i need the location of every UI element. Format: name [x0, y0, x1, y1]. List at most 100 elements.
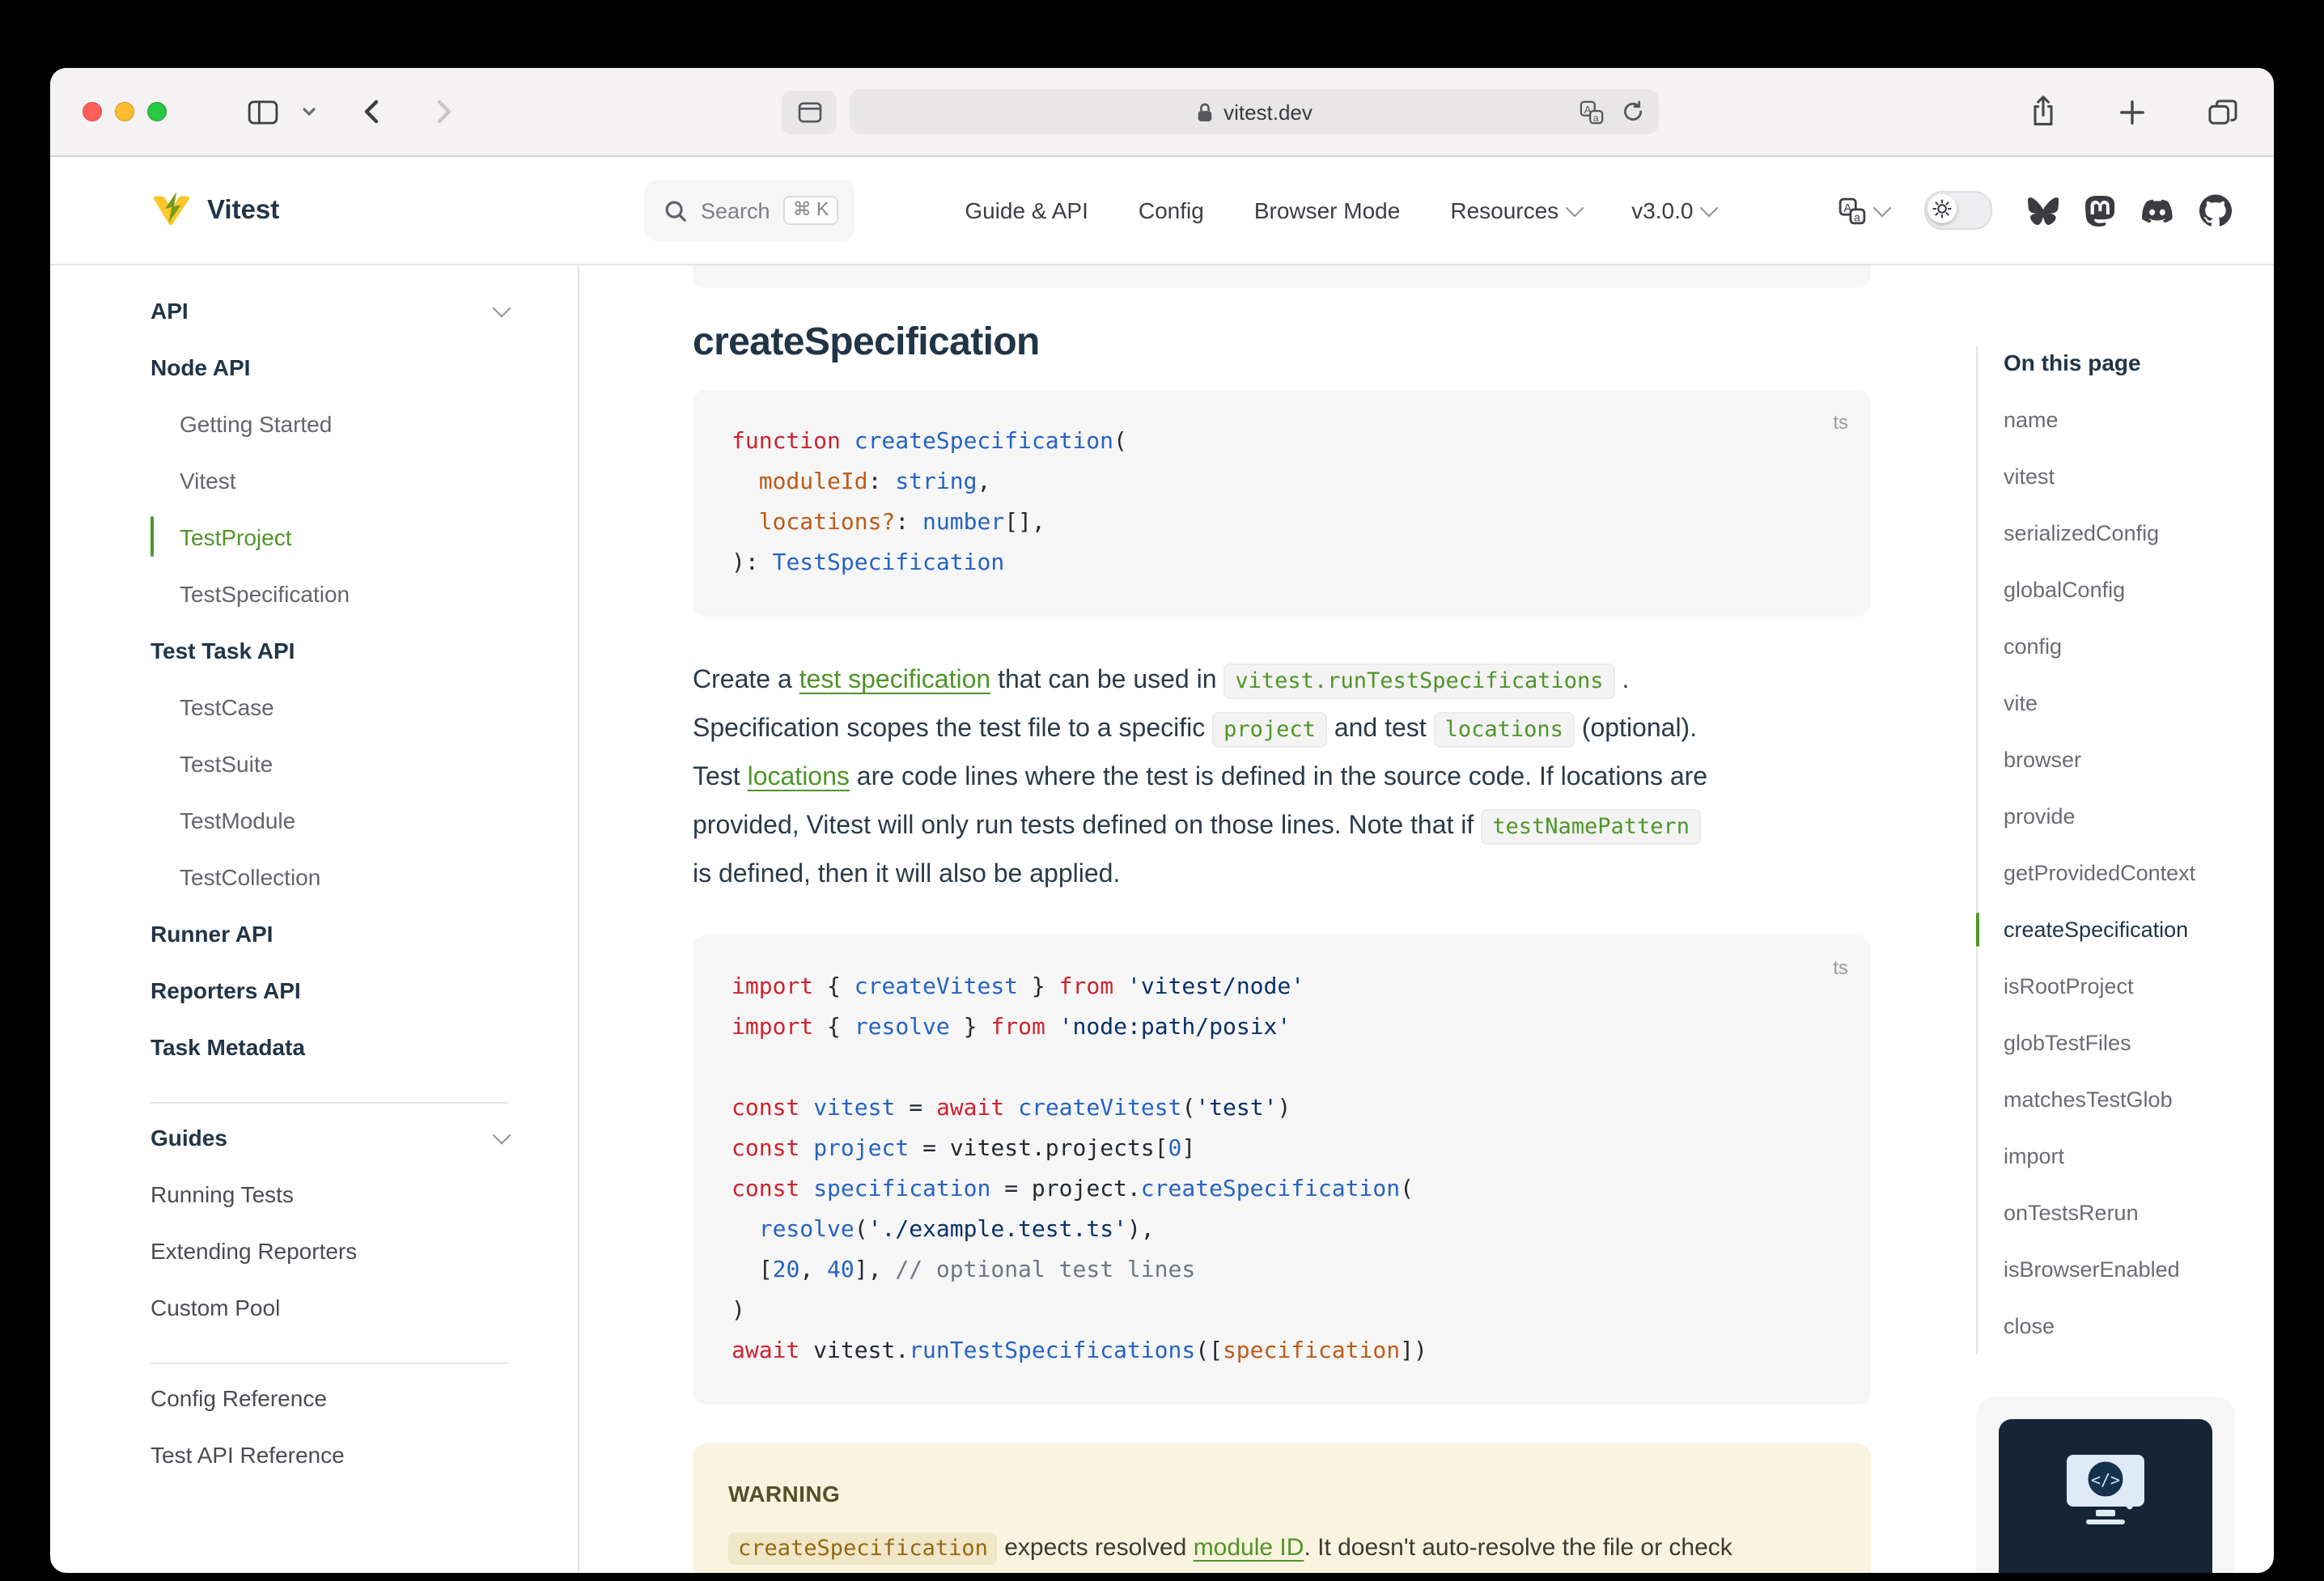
inline-code: createSpecification: [728, 1532, 998, 1565]
outline-item-globtestfiles[interactable]: globTestFiles: [2004, 1015, 2235, 1071]
address-bar[interactable]: vitest.dev Aa: [850, 89, 1659, 134]
inline-code[interactable]: testNamePattern: [1481, 809, 1701, 845]
search-label: Search: [701, 198, 770, 223]
sidebar-item-node-api[interactable]: Node API: [151, 338, 508, 395]
back-button[interactable]: [356, 95, 388, 128]
sidebar-item-label: Guides: [151, 1124, 227, 1150]
nav-link-v3-0-0[interactable]: v3.0.0: [1631, 197, 1715, 223]
sidebar-item-running-tests[interactable]: Running Tests: [151, 1165, 508, 1222]
doc-link[interactable]: module ID: [1194, 1534, 1304, 1562]
sidebar-item-testsuite[interactable]: TestSuite: [151, 735, 508, 791]
translate-button[interactable]: Aa: [1580, 100, 1604, 124]
sidebar-item-testcollection[interactable]: TestCollection: [151, 848, 508, 905]
doc-link[interactable]: locations: [748, 764, 850, 791]
sidebar-chevron-icon[interactable]: [301, 104, 317, 120]
sidebar-item-api[interactable]: API: [151, 282, 508, 338]
text: .: [1615, 667, 1630, 694]
theme-toggle[interactable]: [1924, 191, 1992, 230]
sidebar-item-guides[interactable]: Guides: [151, 1108, 508, 1165]
outline-item-import[interactable]: import: [2004, 1128, 2235, 1185]
sidebar-divider: [151, 1102, 508, 1104]
sidebar-item-getting-started[interactable]: Getting Started: [151, 395, 508, 451]
sidebar-item-reporters-api[interactable]: Reporters API: [151, 961, 508, 1018]
search-button[interactable]: Search ⌘ K: [644, 180, 855, 241]
code-block-example[interactable]: ts import { createVitest } from 'vitest/…: [693, 935, 1871, 1405]
sidebar-item-testspecification[interactable]: TestSpecification: [151, 565, 508, 621]
sidebar-item-extending-reporters[interactable]: Extending Reporters: [151, 1222, 508, 1278]
sidebar-item-runner-api[interactable]: Runner API: [151, 905, 508, 961]
sidebar-item-testcase[interactable]: TestCase: [151, 678, 508, 735]
sidebar-item-config-reference[interactable]: Config Reference: [151, 1369, 508, 1426]
mastodon-icon: [2084, 195, 2115, 226]
reload-button[interactable]: [1622, 100, 1644, 123]
sidebar-item-testmodule[interactable]: TestModule: [151, 791, 508, 848]
minimize-button[interactable]: [115, 102, 134, 121]
sidebar-item-label: TestCase: [180, 693, 274, 719]
outline-item-vite[interactable]: vite: [2004, 675, 2235, 731]
nav-link-config[interactable]: Config: [1139, 197, 1204, 223]
sidebar-item-label: Test Task API: [151, 637, 295, 663]
sidebar-item-task-metadata[interactable]: Task Metadata: [151, 1018, 508, 1074]
outline-item-browser[interactable]: browser: [2004, 731, 2235, 788]
mastodon-button[interactable]: [2084, 195, 2115, 226]
nav-link-browser-mode[interactable]: Browser Mode: [1254, 197, 1401, 223]
nav-link-label: Resources: [1450, 197, 1559, 223]
site-logo[interactable]: Vitest: [50, 157, 579, 264]
tabs-overview-button[interactable]: [2207, 98, 2238, 125]
zoom-button[interactable]: [147, 102, 167, 121]
text: is defined, then it will also be applied…: [693, 861, 1120, 888]
nav-link-resources[interactable]: Resources: [1450, 197, 1581, 223]
sidebar-item-vitest[interactable]: Vitest: [151, 451, 508, 508]
outline-item-matchestestglob[interactable]: matchesTestGlob: [2004, 1071, 2235, 1128]
outline-item-getprovidedcontext[interactable]: getProvidedContext: [2004, 845, 2235, 901]
doc-paragraph: Create a test specification that can be …: [693, 657, 1871, 900]
outline-item-ontestsrerun[interactable]: onTestsRerun: [2004, 1185, 2235, 1241]
share-button[interactable]: [2029, 95, 2057, 128]
code-content: function createSpecification( moduleId: …: [732, 422, 1832, 584]
chevron-down-icon: [493, 299, 511, 317]
page-settings-button[interactable]: [782, 90, 837, 134]
doc-article: createSpecification ts function createSp…: [693, 265, 1871, 1573]
outline-item-isbrowserenabled[interactable]: isBrowserEnabled: [2004, 1241, 2235, 1298]
sidebar-toggle-button[interactable]: [248, 100, 278, 124]
sponsor-ad[interactable]: </>: [1976, 1397, 2235, 1573]
language-button[interactable]: Aa: [1838, 197, 1889, 224]
search-shortcut: ⌘ K: [783, 195, 839, 225]
outline-item-vitest[interactable]: vitest: [2004, 448, 2235, 505]
github-button[interactable]: [2199, 194, 2232, 227]
site-header: Vitest Search ⌘ K Guide & API Config Brows…: [50, 157, 2274, 265]
outline-item-provide[interactable]: provide: [2004, 788, 2235, 845]
inline-code[interactable]: locations: [1434, 712, 1575, 748]
new-tab-button[interactable]: [2118, 98, 2146, 125]
forward-button[interactable]: [427, 95, 460, 128]
text: that can be used in: [990, 667, 1223, 694]
doc-link[interactable]: test specification: [799, 667, 991, 694]
sidebar-item-label: TestModule: [180, 807, 295, 833]
close-button[interactable]: [83, 102, 102, 121]
sidebar-item-test-task-api[interactable]: Test Task API: [151, 621, 508, 678]
outline-item-globalconfig[interactable]: globalConfig: [2004, 562, 2235, 618]
outline-item-close[interactable]: close: [2004, 1298, 2235, 1354]
chevron-down-icon: [1566, 199, 1584, 218]
warning-title: WARNING: [728, 1473, 1835, 1515]
bluesky-button[interactable]: [2028, 195, 2059, 226]
code-block-signature[interactable]: ts function createSpecification( moduleI…: [693, 390, 1871, 617]
discord-button[interactable]: [2141, 195, 2173, 226]
sponsor-ad-image: </>: [1999, 1419, 2212, 1573]
sidebar-item-label: Task Metadata: [151, 1033, 305, 1059]
outline-item-name[interactable]: name: [2004, 392, 2235, 448]
bluesky-icon: [2028, 195, 2059, 226]
sidebar-item-testproject[interactable]: TestProject: [151, 508, 508, 565]
outline-item-serializedconfig[interactable]: serializedConfig: [2004, 505, 2235, 562]
outline-item-createspecification[interactable]: createSpecification: [2004, 901, 2235, 958]
outline-item-isrootproject[interactable]: isRootProject: [2004, 958, 2235, 1015]
social-links: [2028, 194, 2232, 227]
outline-item-config[interactable]: config: [2004, 618, 2235, 675]
sidebar-item-label: Vitest: [180, 467, 236, 493]
inline-code[interactable]: project: [1212, 712, 1327, 748]
inline-code[interactable]: vitest.runTestSpecifications: [1223, 663, 1614, 699]
nav-link-guide-api[interactable]: Guide & API: [965, 197, 1088, 223]
text: Specification scopes the test file to a …: [693, 715, 1212, 743]
sidebar-item-custom-pool[interactable]: Custom Pool: [151, 1278, 508, 1335]
sidebar-item-test-api-reference[interactable]: Test API Reference: [151, 1426, 508, 1482]
